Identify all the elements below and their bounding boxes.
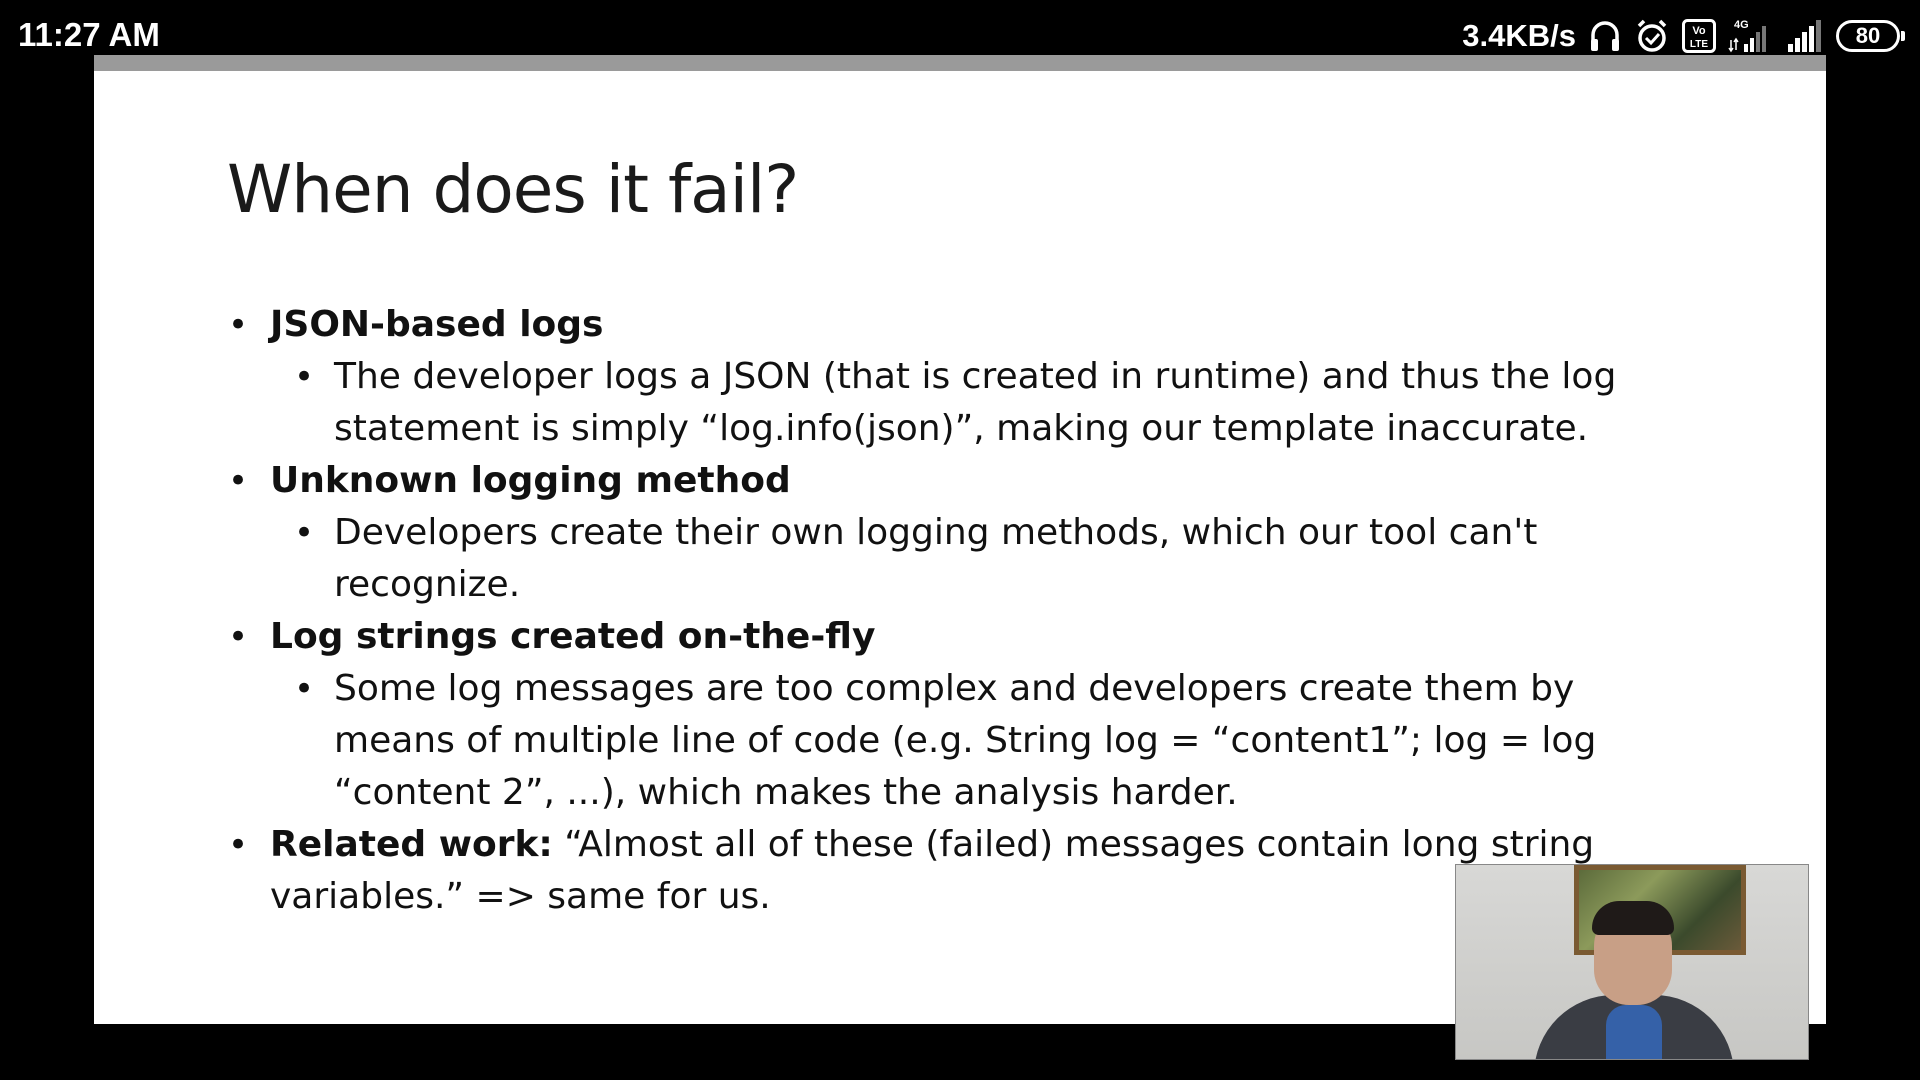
bullet-item: Unknown logging method Developers create…: [228, 455, 1660, 611]
sub-bullet-item: Developers create their own logging meth…: [294, 507, 1660, 611]
headphones-icon: [1588, 18, 1622, 54]
network-speed: 3.4KB/s: [1462, 18, 1576, 53]
sub-bullet-list: Some log messages are too complex and de…: [270, 663, 1660, 819]
svg-text:Vo: Vo: [1692, 25, 1706, 37]
signal-icon: [1784, 18, 1824, 54]
sub-bullet-item: Some log messages are too complex and de…: [294, 663, 1660, 819]
slide-top-bar: [94, 55, 1826, 71]
battery-level: 80: [1855, 23, 1881, 48]
sub-bullet-list: The developer logs a JSON (that is creat…: [270, 351, 1660, 455]
bullet-title: Related work:: [270, 824, 553, 865]
bullet-title: Log strings created on-the-fly: [270, 616, 876, 657]
svg-text:LTE: LTE: [1690, 39, 1708, 50]
volte-icon: Vo LTE: [1682, 19, 1716, 53]
screen: 11:27 AM 3.4KB/s Vo LTE 4G 80 When does …: [0, 0, 1920, 1080]
slide-title: When does it fail?: [227, 151, 799, 228]
bullet-item: Related work: “Almost all of these (fail…: [228, 819, 1660, 923]
presenter-webcam-video: [1455, 864, 1809, 1060]
bullet-title: JSON-based logs: [270, 304, 604, 345]
alarm-icon: [1634, 18, 1670, 54]
bullet-item: JSON-based logs The developer logs a JSO…: [228, 299, 1660, 455]
battery-icon: 80: [1836, 20, 1905, 52]
sub-bullet-item: The developer logs a JSON (that is creat…: [294, 351, 1660, 455]
status-icons: 3.4KB/s Vo LTE 4G 80: [1462, 14, 1905, 58]
bullet-item: Log strings created on-the-fly Some log …: [228, 611, 1660, 819]
sub-bullet-list: Developers create their own logging meth…: [270, 507, 1660, 611]
signal-4g-icon: 4G: [1728, 18, 1772, 54]
svg-text:4G: 4G: [1734, 19, 1749, 31]
bullet-title: Unknown logging method: [270, 460, 791, 501]
bullet-list: JSON-based logs The developer logs a JSO…: [228, 299, 1660, 923]
status-time: 11:27 AM: [18, 16, 160, 53]
